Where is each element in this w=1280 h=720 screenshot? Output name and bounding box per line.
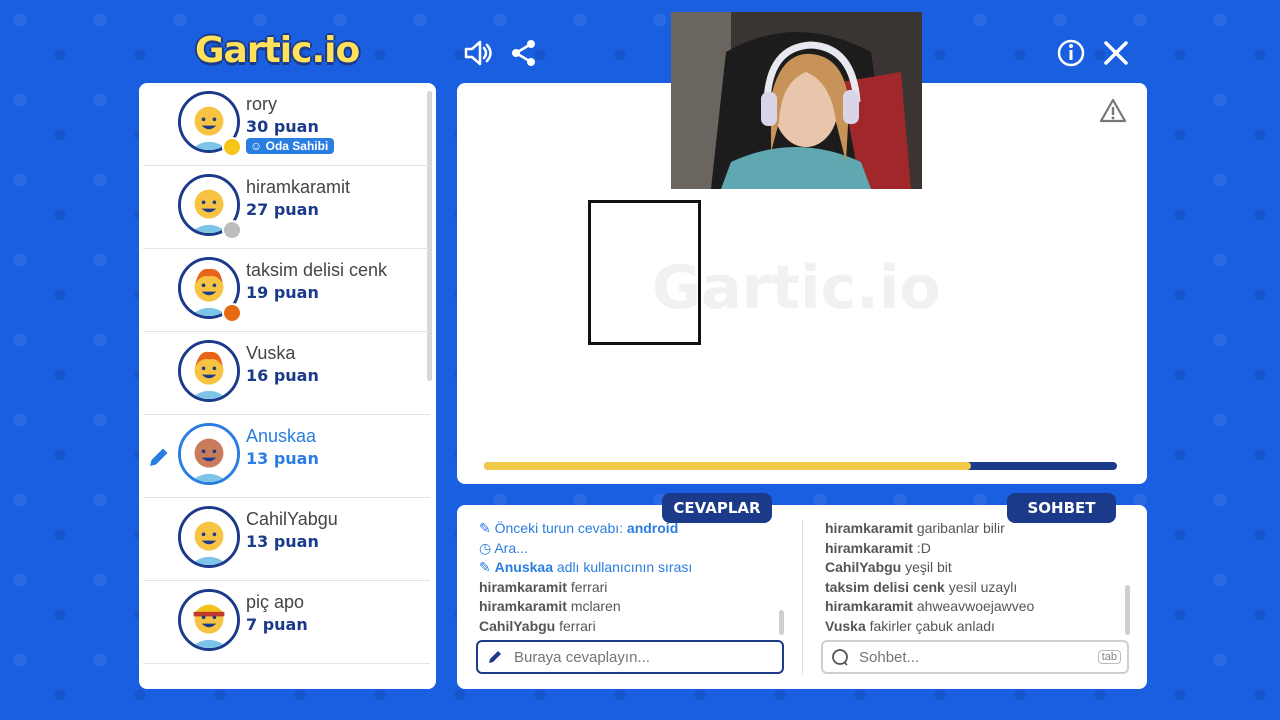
player-points: 27 puan: [246, 200, 319, 219]
smile-icon: ☺: [250, 139, 263, 153]
waiting-text: Ara...: [494, 539, 528, 556]
chat-text: fakirler çabuk anladı: [869, 617, 995, 634]
close-icon[interactable]: [1100, 37, 1132, 69]
status-dot: [222, 137, 242, 157]
panel-divider: [802, 519, 803, 674]
player-row[interactable]: taksim delisi cenk 19 puan: [143, 249, 430, 332]
avatar[interactable]: [178, 506, 240, 568]
chat-scrollbar[interactable]: [1125, 585, 1130, 635]
chat-line: hiramkaramit ahweavwoejawveo: [825, 597, 1125, 617]
answer-user: hiramkaramit: [479, 578, 567, 595]
answer-text: mclaren: [570, 598, 621, 614]
player-points: 13 puan: [246, 449, 319, 468]
avatar[interactable]: [178, 589, 240, 651]
answer-input-box[interactable]: [476, 640, 784, 674]
chat-line: Vuska fakirler çabuk anladı: [825, 617, 1125, 637]
tab-hint: tab: [1097, 650, 1121, 664]
chat-text: :D: [916, 539, 931, 556]
waiting-line: ◷ Ara...: [479, 539, 789, 559]
player-name: Vuska: [246, 343, 296, 363]
warning-icon[interactable]: [1099, 97, 1127, 125]
chat-text: yesil uzaylı: [948, 578, 1018, 595]
drawn-rectangle: [588, 200, 701, 345]
player-row[interactable]: rory 30 puan ☺ Oda Sahibi: [143, 83, 430, 166]
answers-scrollbar[interactable]: [779, 610, 784, 635]
answer-line: hiramkaramit mclaren: [479, 597, 789, 617]
answers-log: ✎ Önceki turun cevabı: android ◷ Ara... …: [479, 519, 789, 639]
webcam-overlay: [671, 12, 922, 189]
chat-bubble-icon: [832, 649, 848, 666]
chat-text: ahweavwoejawveo: [916, 598, 1035, 614]
round-timer-fill: [484, 462, 972, 470]
answer-input[interactable]: [512, 647, 782, 667]
chat-input-box[interactable]: tab: [821, 640, 1129, 674]
chat-user: hiramkaramit: [825, 520, 913, 536]
status-dot: [222, 220, 242, 240]
chat-log: hiramkaramit garibanlar bilir hiramkarami…: [825, 519, 1125, 639]
chat-user: hiramkaramit: [825, 598, 913, 614]
chat-line: taksim delisi cenk yesil uzaylı: [825, 578, 1125, 598]
avatar[interactable]: [178, 340, 240, 402]
player-name: CahilYabgu: [246, 509, 338, 529]
player-points: 30 puan: [246, 117, 319, 136]
player-name: taksim delisi cenk: [246, 260, 388, 280]
pencil-icon: [489, 651, 501, 663]
clock-icon: ◷: [479, 539, 492, 556]
chat-line: hiramkaramit :D: [825, 539, 1125, 559]
player-points: 13 puan: [246, 532, 319, 551]
status-dot: [222, 303, 242, 323]
players-panel: rory 30 puan ☺ Oda Sahibi hiramkaramit 27 p…: [139, 83, 436, 689]
pencil-icon: ✎: [479, 559, 491, 575]
chat-user: Vuska: [825, 617, 866, 634]
gartic-logo[interactable]: Gartic.io: [195, 30, 385, 74]
answer-line: hiramkaramit ferrari: [479, 578, 789, 598]
chat-input[interactable]: [857, 647, 1098, 667]
drawing-pencil-icon: [150, 448, 168, 466]
chat-lines: hiramkaramit garibanlar bilir hiramkarami…: [825, 519, 1125, 636]
player-row[interactable]: hiramkaramit 27 puan: [143, 166, 430, 249]
tab-chat[interactable]: SOHBET: [1007, 493, 1116, 523]
answer-line: CahilYabgu ferrari: [479, 617, 789, 637]
round-timer-bar: [484, 462, 1117, 470]
answer-lines: hiramkaramit ferrari hiramkaramit mclaren…: [479, 578, 789, 637]
player-row[interactable]: CahilYabgu 13 puan: [143, 498, 430, 581]
player-points: 19 puan: [246, 283, 319, 302]
info-icon[interactable]: [1055, 37, 1087, 69]
avatar[interactable]: [178, 423, 240, 485]
share-icon[interactable]: [508, 37, 540, 69]
chat-text: yeşil bit: [905, 559, 952, 575]
chat-user: CahilYabgu: [825, 559, 902, 575]
player-points: 7 puan: [246, 615, 308, 634]
player-name: hiramkaramit: [246, 177, 351, 197]
bottom-panel: ✎ Önceki turun cevabı: android ◷ Ara... …: [457, 505, 1147, 689]
player-points: 16 puan: [246, 366, 319, 385]
pencil-icon: ✎: [479, 520, 491, 536]
chat-user: hiramkaramit: [825, 539, 913, 556]
player-row[interactable]: piç apo 7 puan: [143, 581, 430, 664]
chat-user: taksim delisi cenk: [825, 578, 945, 595]
tab-answers[interactable]: CEVAPLAR: [662, 493, 772, 523]
player-name: rory: [246, 94, 277, 114]
chat-line: CahilYabgu yeşil bit: [825, 558, 1125, 578]
player-list: rory 30 puan ☺ Oda Sahibi hiramkaramit 27 p…: [139, 83, 436, 664]
answer-text: ferrari: [570, 578, 608, 595]
answer-text: ferrari: [559, 617, 596, 634]
player-row[interactable]: Vuska 16 puan: [143, 332, 430, 415]
player-row[interactable]: Anuskaa 13 puan: [143, 415, 430, 498]
answer-user: CahilYabgu: [479, 617, 556, 634]
turn-line: ✎ Anuskaa adlı kullanıcının sırası: [479, 558, 789, 578]
turn-text: adlı kullanıcının sırası: [556, 559, 693, 575]
turn-user: Anuskaa: [494, 559, 553, 575]
previous-answer-label: Önceki turun cevabı:: [494, 520, 624, 536]
owner-badge-label: Oda Sahibi: [265, 139, 329, 153]
owner-badge: ☺ Oda Sahibi: [246, 138, 335, 154]
player-name: Anuskaa: [246, 426, 317, 446]
answer-user: hiramkaramit: [479, 598, 567, 614]
player-name: piç apo: [246, 592, 305, 612]
speaker-icon[interactable]: [462, 37, 494, 69]
chat-text: garibanlar bilir: [916, 520, 1005, 536]
